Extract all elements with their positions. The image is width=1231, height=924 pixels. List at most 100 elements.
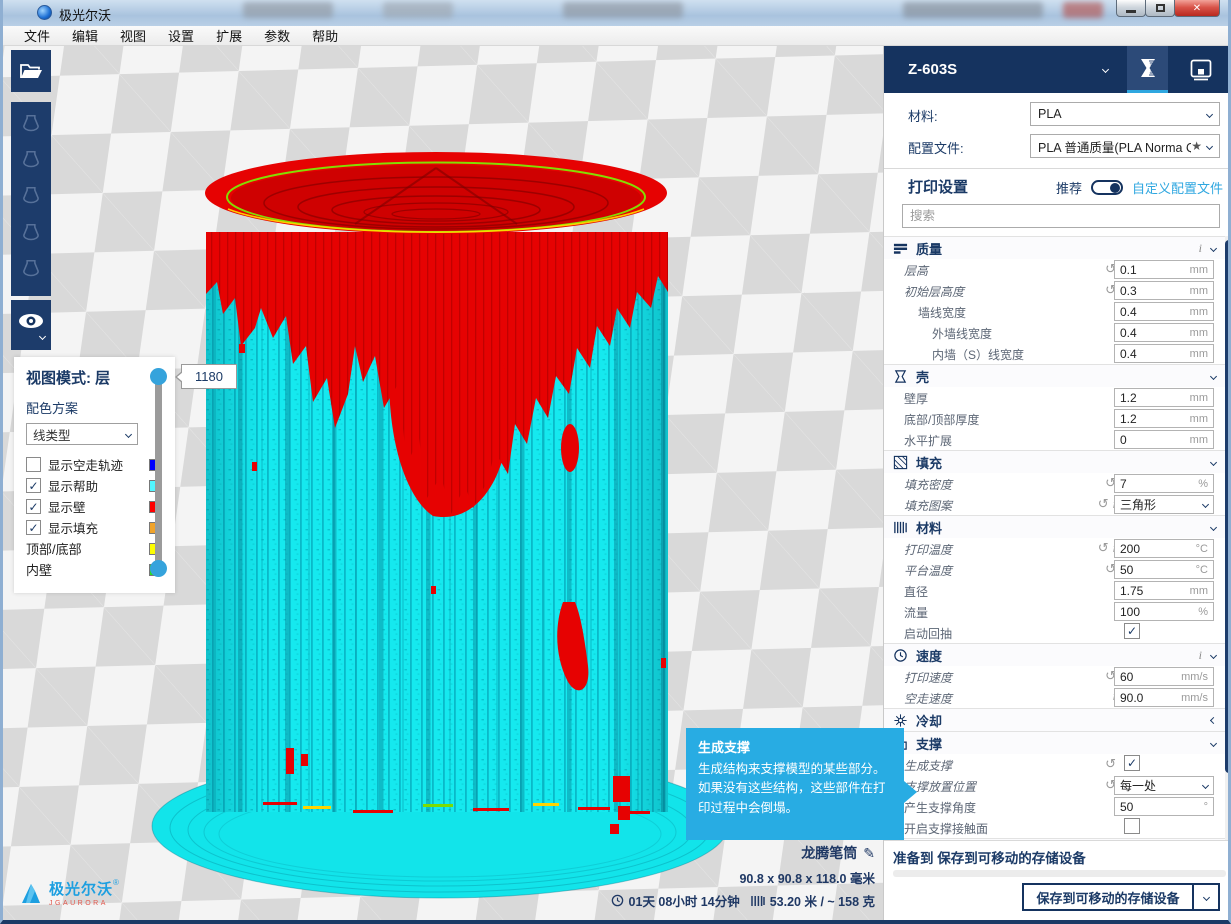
section-header-3[interactable]: 材料 [884,515,1228,538]
section-header-4[interactable]: 速度i [884,643,1228,666]
chevron-down-icon [1202,782,1209,789]
checkbox[interactable]: ✓ [26,478,41,493]
section-header-6[interactable]: 支撑 [884,731,1228,754]
setting-label: 打印速度 [904,669,952,686]
setting-field[interactable]: 100% [1114,602,1214,621]
section-label: 质量 [916,239,1199,258]
view-mode-button[interactable] [11,300,51,350]
recommended-custom-toggle[interactable] [1091,180,1123,195]
divider [884,168,1228,169]
setting-row: 空走速度i90.0mm/s [884,687,1228,708]
close-button[interactable]: ✕ [1174,0,1220,17]
setting-row: 直径1.75mm [884,580,1228,601]
scale-tool-button[interactable] [16,148,46,178]
setting-value: 50 [1120,563,1196,577]
settings-panel: Z-603S [883,46,1228,920]
open-folder-icon [19,61,43,81]
tab-prepare-slice[interactable] [1127,46,1168,93]
menu-item-settings[interactable]: 设置 [157,25,205,46]
chevron-down-icon [40,326,45,344]
titlebar-blur-decor [1063,2,1103,18]
chevron-down-icon [1210,244,1217,251]
section-header-0[interactable]: 质量i [884,236,1228,259]
chevron-down-icon [1210,372,1217,379]
setting-field[interactable]: 50°C [1114,560,1214,579]
save-button[interactable]: 保存到可移动的存储设备 [1022,883,1220,911]
profile-select[interactable]: PLA 普通质量(PLA Norma Qua ★ [1030,134,1220,158]
setting-checkbox[interactable]: ✓ [1124,755,1140,771]
setting-field[interactable]: 0.1mm [1114,260,1214,279]
section-header-1[interactable]: 壳 [884,364,1228,387]
setting-field[interactable]: 0.4mm [1114,302,1214,321]
move-tool-button[interactable] [16,111,46,141]
color-scheme-value: 线类型 [33,425,71,444]
setting-label: 空走速度 [904,690,952,707]
section-header-icons [1211,741,1216,746]
setting-select[interactable]: 每一处 [1114,776,1214,795]
view-option-row: 显示空走轨迹 [26,454,175,475]
setting-unit: °C [1196,543,1208,555]
mirror-tool-button[interactable] [16,220,46,250]
undo-icon[interactable]: ↺ [1105,756,1116,772]
maximize-button[interactable] [1145,0,1175,17]
setting-unit: mm/s [1181,671,1208,683]
setting-checkbox[interactable] [1124,818,1140,834]
save-options-chevron[interactable] [1192,885,1218,909]
edit-name-icon[interactable]: ✎ [863,845,875,861]
setting-value: 0.4 [1120,347,1190,361]
menu-item-parameters[interactable]: 参数 [253,25,301,46]
settings-search-input[interactable] [902,204,1220,228]
menubar: 文件编辑视图设置扩展参数帮助 [3,26,1228,46]
layer-slider-track[interactable] [155,374,162,570]
menu-item-edit[interactable]: 编辑 [61,25,109,46]
custom-profile-link[interactable]: 自定义配置文件 [1132,178,1223,197]
settings-scrollbar-thumb[interactable] [1225,240,1228,773]
setting-field[interactable]: 1.75mm [1114,581,1214,600]
setting-label: 底部/顶部厚度 [904,411,979,428]
titlebar[interactable]: 极光尔沃 ✕ [3,0,1228,26]
undo-icon[interactable]: ↺ [1098,540,1109,556]
setting-row: 启动回抽✓ [884,622,1228,643]
undo-icon[interactable]: ↺ [1098,496,1109,512]
menu-item-help[interactable]: 帮助 [301,25,349,46]
open-file-button[interactable] [11,50,51,92]
checkbox[interactable]: ✓ [26,520,41,535]
setting-field[interactable]: 0.3mm [1114,281,1214,300]
setting-field[interactable]: 0mm [1114,430,1214,449]
checkbox[interactable]: ✓ [26,499,41,514]
support-tooltip-title: 生成支撑 [698,737,892,756]
setting-select[interactable]: 三角形 [1114,495,1214,514]
setting-field[interactable]: 60mm/s [1114,667,1214,686]
setting-unit: % [1198,478,1208,490]
setting-row: 打印温度↺i200°C [884,538,1228,559]
menu-item-file[interactable]: 文件 [13,25,61,46]
menu-item-extensions[interactable]: 扩展 [205,25,253,46]
menu-item-view[interactable]: 视图 [109,25,157,46]
rotate-tool-button[interactable] [16,184,46,214]
section-header-icons: i [1199,648,1216,663]
setting-field[interactable]: 1.2mm [1114,409,1214,428]
printer-selector[interactable]: Z-603S [908,46,1108,93]
setting-field[interactable]: 50° [1114,797,1214,816]
material-select[interactable]: PLA [1030,102,1220,126]
section-header-5[interactable]: 冷却 [884,708,1228,731]
scale-tool-icon [20,149,42,176]
checkbox[interactable] [26,457,41,472]
layer-slider-handle-top[interactable] [150,368,167,385]
color-scheme-label: 配色方案 [26,398,175,417]
minimize-button[interactable] [1116,0,1146,17]
tab-monitor-printer[interactable] [1180,46,1221,93]
color-scheme-select[interactable]: 线类型 [26,423,138,445]
setting-field[interactable]: 0.4mm [1114,323,1214,342]
setting-field[interactable]: 0.4mm [1114,344,1214,363]
setting-field[interactable]: 1.2mm [1114,388,1214,407]
setting-field[interactable]: 90.0mm/s [1114,688,1214,707]
app-window: 极光尔沃 ✕ 文件编辑视图设置扩展参数帮助 [0,0,1231,924]
per-model-settings-button[interactable] [16,257,46,287]
setting-checkbox[interactable]: ✓ [1124,623,1140,639]
setting-field[interactable]: 200°C [1114,539,1214,558]
setting-field[interactable]: 7% [1114,474,1214,493]
section-header-2[interactable]: 填充 [884,450,1228,473]
layer-slider-handle-bottom[interactable] [150,560,167,577]
setting-label: 壁厚 [904,390,928,407]
